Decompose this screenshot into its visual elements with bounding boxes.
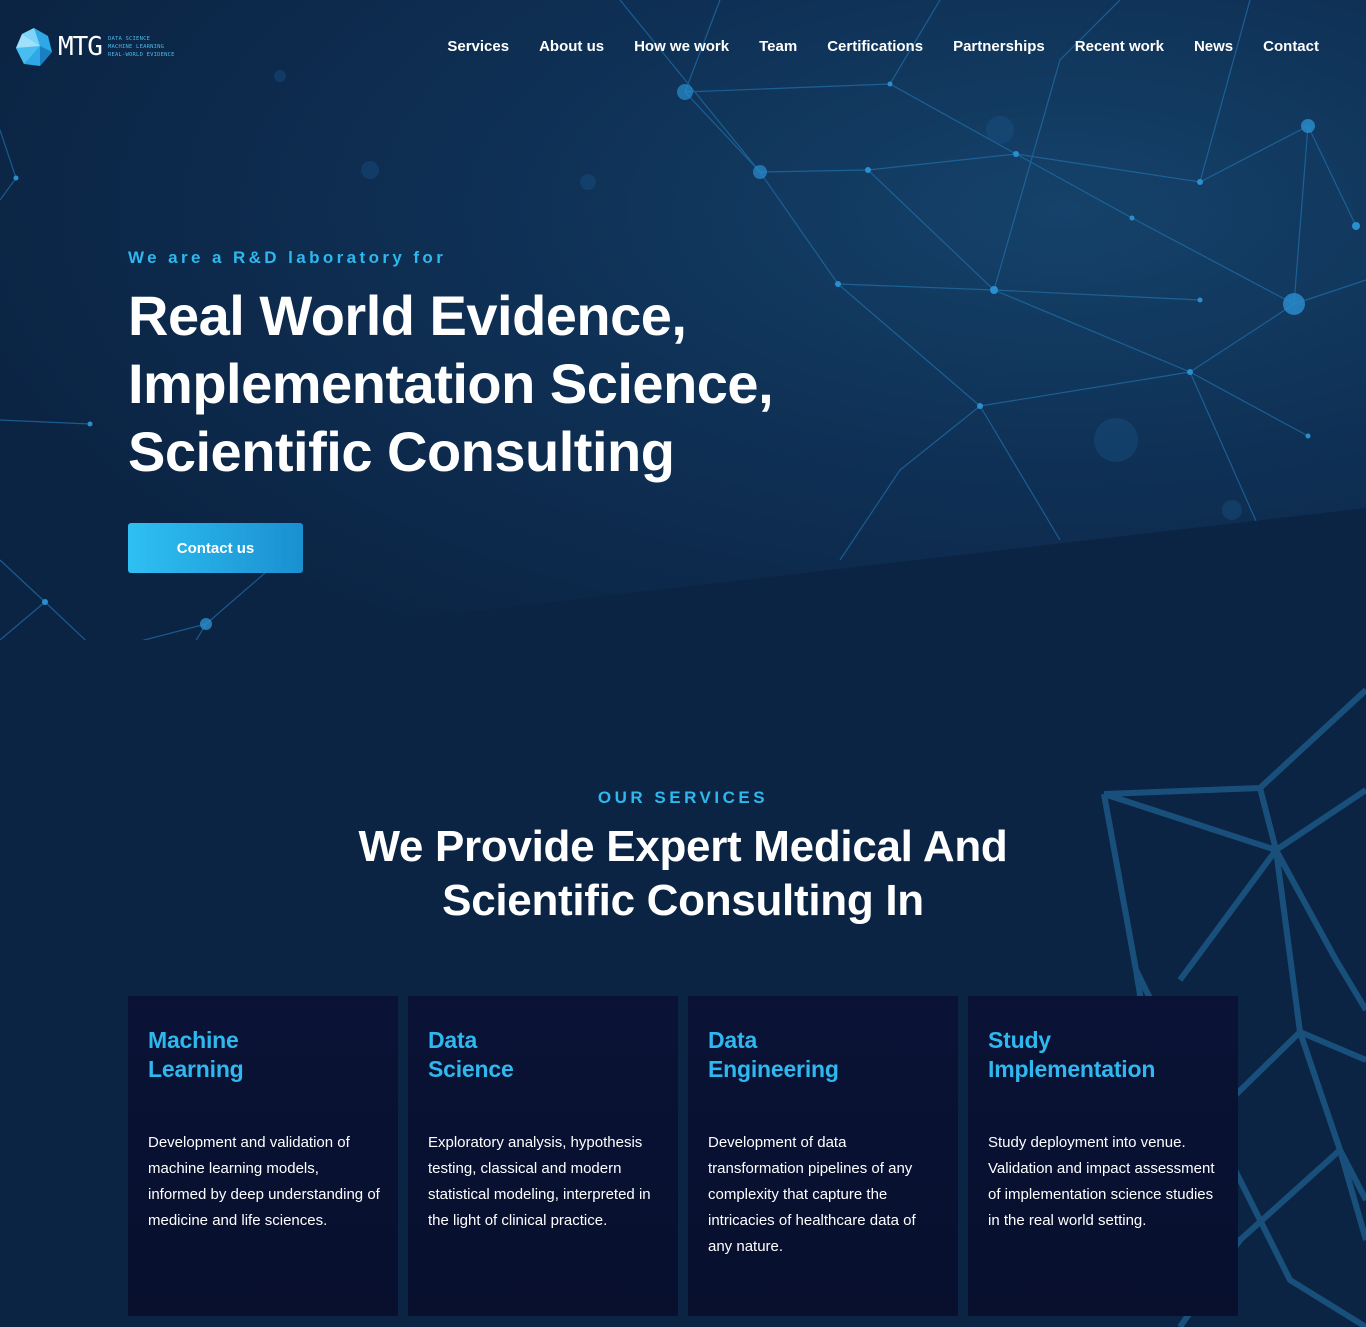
services-title-line: We Provide Expert Medical And	[358, 822, 1008, 871]
service-card-data-engineering[interactable]: Data Engineering Development of data tra…	[688, 996, 958, 1316]
nav-item-services[interactable]: Services	[447, 38, 509, 55]
service-card-title-line: Data	[708, 1027, 758, 1053]
nav-item-news[interactable]: News	[1194, 38, 1233, 55]
service-card-title-line: Learning	[148, 1056, 244, 1082]
services-cards: Machine Learning Development and validat…	[128, 996, 1238, 1316]
brand-name: MTG	[58, 32, 103, 62]
brand-tagline-line: DATA SCIENCE	[107, 36, 151, 42]
main-nav: Services About us How we work Team Certi…	[417, 38, 1319, 55]
brand-tagline-line: MACHINE LEARNING	[107, 44, 165, 50]
nav-item-certifications[interactable]: Certifications	[827, 38, 923, 55]
contact-us-button[interactable]: Contact us	[128, 523, 303, 573]
hero-title-line: Real World Evidence,	[128, 284, 687, 347]
service-card-title: Machine Learning	[148, 1026, 378, 1084]
brand-tagline: DATA SCIENCE MACHINE LEARNING REAL-WORLD…	[108, 35, 175, 59]
brand-logo[interactable]: MTG DATA SCIENCE MACHINE LEARNING REAL-W…	[14, 26, 175, 68]
nav-item-contact[interactable]: Contact	[1263, 38, 1319, 55]
service-card-title: Data Science	[428, 1026, 658, 1084]
service-card-title-line: Science	[428, 1056, 514, 1082]
service-card-title-line: Machine	[148, 1027, 239, 1053]
service-card-title-line: Data	[428, 1027, 478, 1053]
service-card-data-science[interactable]: Data Science Exploratory analysis, hypot…	[408, 996, 678, 1316]
hero-title: Real World Evidence, Implementation Scie…	[128, 282, 808, 486]
nav-item-how-we-work[interactable]: How we work	[634, 38, 729, 55]
service-card-title-line: Engineering	[708, 1056, 839, 1082]
service-card-machine-learning[interactable]: Machine Learning Development and validat…	[128, 996, 398, 1316]
nav-item-partnerships[interactable]: Partnerships	[953, 38, 1045, 55]
service-card-title: Data Engineering	[708, 1026, 938, 1084]
service-card-title: Study Implementation	[988, 1026, 1218, 1084]
nav-item-recent-work[interactable]: Recent work	[1075, 38, 1164, 55]
hero-kicker: We are a R&D laboratory for	[128, 248, 447, 267]
hero-title-line: Implementation Science,	[128, 352, 774, 415]
service-card-title-line: Study	[988, 1027, 1051, 1053]
service-card-description: Exploratory analysis, hypothesis testing…	[428, 1134, 651, 1229]
brand-tagline-line: REAL-WORLD EVIDENCE	[107, 52, 175, 58]
service-card-description: Development and validation of machine le…	[148, 1134, 380, 1229]
nav-item-team[interactable]: Team	[759, 38, 797, 55]
services-title: We Provide Expert Medical And Scientific…	[283, 820, 1083, 928]
nav-item-about-us[interactable]: About us	[539, 38, 604, 55]
services-title-line: Scientific Consulting In	[442, 876, 924, 925]
service-card-description: Study deployment into venue. Validation …	[988, 1134, 1215, 1229]
service-card-description: Development of data transformation pipel…	[708, 1134, 916, 1255]
site-header: MTG DATA SCIENCE MACHINE LEARNING REAL-W…	[0, 0, 1366, 96]
hero-title-line: Scientific Consulting	[128, 420, 675, 483]
services-kicker: OUR SERVICES	[597, 788, 769, 807]
crystal-logo-icon	[16, 28, 52, 66]
service-card-study-implementation[interactable]: Study Implementation Study deployment in…	[968, 996, 1238, 1316]
service-card-title-line: Implementation	[988, 1056, 1156, 1082]
